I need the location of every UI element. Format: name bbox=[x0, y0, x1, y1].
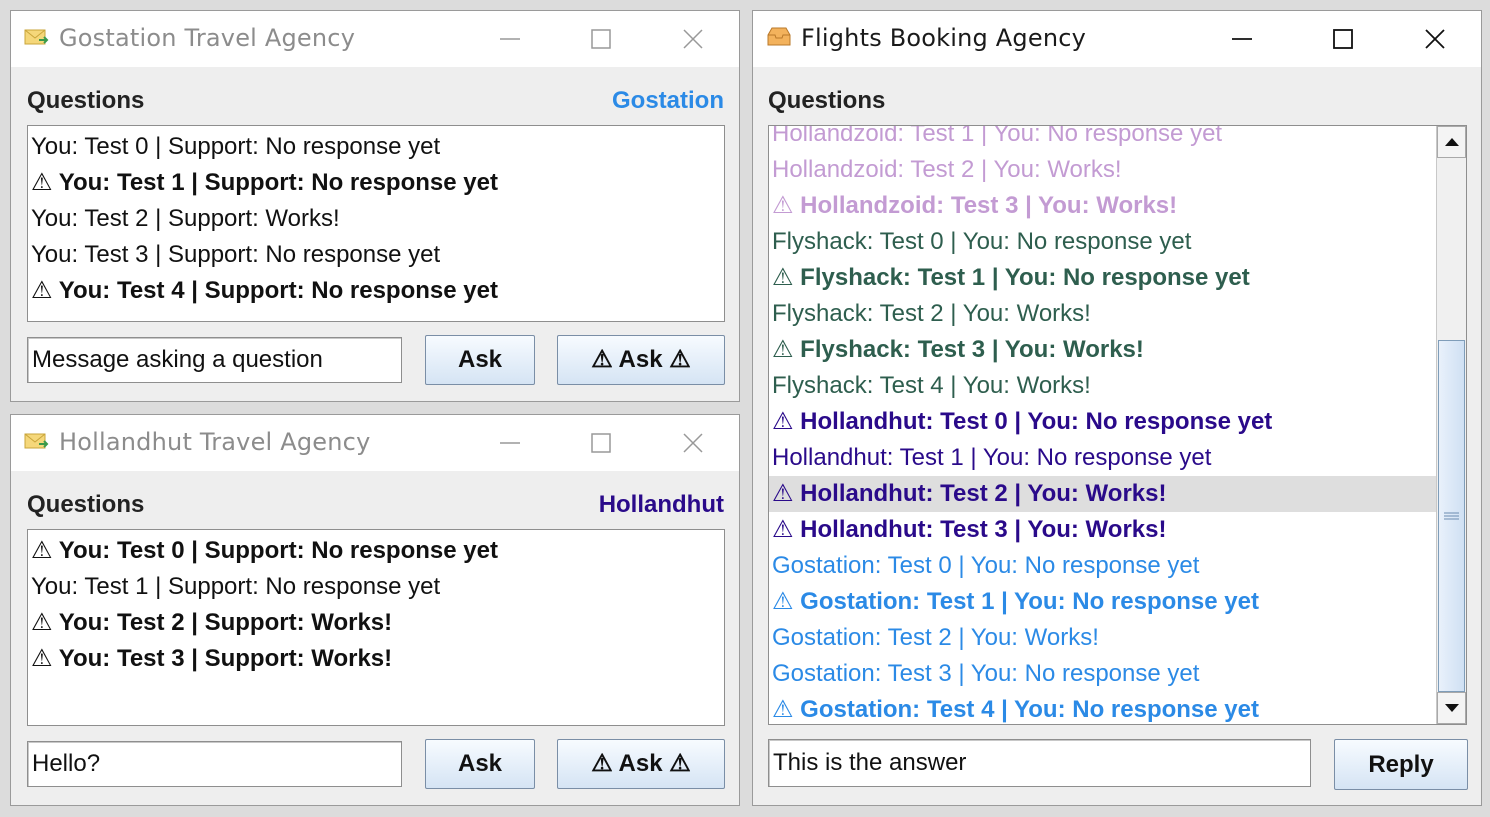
questions-label: Questions bbox=[768, 87, 886, 114]
questions-list[interactable]: ⚠ You: Test 0 | Support: No response yet… bbox=[27, 529, 725, 726]
window-title: Flights Booking Agency bbox=[801, 24, 1087, 52]
grip-icon bbox=[1444, 512, 1459, 520]
list-item[interactable]: You: Test 2 | Support: Works! bbox=[28, 201, 724, 237]
maximize-icon bbox=[1333, 29, 1353, 49]
flights-booking-window: Flights Booking Agency Questions Holland… bbox=[752, 10, 1482, 806]
inbox-app-icon bbox=[767, 27, 791, 46]
mail-app-icon bbox=[24, 29, 49, 45]
list-item[interactable]: Gostation: Test 3 | You: No response yet bbox=[769, 656, 1436, 692]
ask-button[interactable]: Ask bbox=[425, 335, 535, 385]
minimize-icon bbox=[1232, 38, 1252, 40]
maximize-button[interactable] bbox=[578, 19, 624, 59]
list-item[interactable]: You: Test 3 | Support: No response yet bbox=[28, 237, 724, 273]
minimize-button[interactable] bbox=[487, 423, 533, 463]
list-item[interactable]: ⚠ You: Test 1 | Support: No response yet bbox=[28, 165, 724, 201]
list-item[interactable]: ⚠ Gostation: Test 1 | You: No response y… bbox=[769, 584, 1436, 620]
list-item[interactable]: Gostation: Test 2 | You: Works! bbox=[769, 620, 1436, 656]
questions-label: Questions bbox=[27, 87, 145, 114]
close-icon bbox=[683, 433, 703, 453]
list-item[interactable]: You: Test 0 | Support: No response yet bbox=[28, 129, 724, 165]
list-item[interactable]: Flyshack: Test 4 | You: Works! bbox=[769, 368, 1436, 404]
list-item[interactable]: Hollandzoid: Test 2 | You: Works! bbox=[769, 152, 1436, 188]
questions-list[interactable]: You: Test 0 | Support: No response yet ⚠… bbox=[27, 125, 725, 322]
list-item[interactable]: ⚠ Flyshack: Test 1 | You: No response ye… bbox=[769, 260, 1436, 296]
mail-app-icon bbox=[24, 433, 49, 449]
minimize-button[interactable] bbox=[1219, 19, 1265, 59]
title-bar[interactable]: Hollandhut Travel Agency bbox=[11, 415, 739, 471]
questions-list[interactable]: Hollandzoid: Test 1 | You: No response y… bbox=[768, 125, 1467, 725]
minimize-icon bbox=[500, 442, 520, 444]
answer-input[interactable]: This is the answer bbox=[768, 739, 1311, 787]
list-item[interactable]: ⚠ You: Test 2 | Support: Works! bbox=[28, 605, 724, 641]
urgent-ask-button[interactable]: ⚠ Ask ⚠ bbox=[557, 335, 725, 385]
question-input[interactable]: Hello? bbox=[27, 741, 402, 787]
maximize-button[interactable] bbox=[1320, 19, 1366, 59]
list-item[interactable]: Hollandzoid: Test 1 | You: No response y… bbox=[769, 126, 1436, 152]
list-item[interactable]: Flyshack: Test 0 | You: No response yet bbox=[769, 224, 1436, 260]
reply-button[interactable]: Reply bbox=[1334, 739, 1468, 790]
scroll-down-button[interactable] bbox=[1437, 692, 1466, 724]
list-item[interactable]: Hollandhut: Test 1 | You: No response ye… bbox=[769, 440, 1436, 476]
window-title: Gostation Travel Agency bbox=[59, 24, 356, 52]
title-bar[interactable]: Gostation Travel Agency bbox=[11, 11, 739, 67]
maximize-button[interactable] bbox=[578, 423, 624, 463]
hollandhut-window: Hollandhut Travel Agency Questions Holla… bbox=[10, 414, 740, 806]
list-item-selected[interactable]: ⚠ Hollandhut: Test 2 | You: Works! bbox=[769, 476, 1436, 512]
list-item[interactable]: ⚠ Hollandhut: Test 3 | You: Works! bbox=[769, 512, 1436, 548]
close-button[interactable] bbox=[1412, 19, 1458, 59]
close-icon bbox=[683, 29, 703, 49]
minimize-button[interactable] bbox=[487, 19, 533, 59]
arrow-down-icon bbox=[1445, 704, 1459, 712]
list-item[interactable]: ⚠ Hollandhut: Test 0 | You: No response … bbox=[769, 404, 1436, 440]
maximize-icon bbox=[591, 29, 611, 49]
list-item[interactable]: ⚠ You: Test 4 | Support: No response yet bbox=[28, 273, 724, 309]
window-title: Hollandhut Travel Agency bbox=[59, 428, 371, 456]
gostation-window: Gostation Travel Agency Questions Gostat… bbox=[10, 10, 740, 402]
scrollbar-thumb[interactable] bbox=[1438, 340, 1465, 692]
minimize-icon bbox=[500, 38, 520, 40]
arrow-up-icon bbox=[1445, 138, 1459, 146]
list-item[interactable]: ⚠ Hollandzoid: Test 3 | You: Works! bbox=[769, 188, 1436, 224]
urgent-ask-button[interactable]: ⚠ Ask ⚠ bbox=[557, 739, 725, 789]
ask-button[interactable]: Ask bbox=[425, 739, 535, 789]
agency-name: Hollandhut bbox=[598, 491, 724, 518]
maximize-icon bbox=[591, 433, 611, 453]
vertical-scrollbar[interactable] bbox=[1436, 126, 1466, 724]
list-item[interactable]: ⚠ Flyshack: Test 3 | You: Works! bbox=[769, 332, 1436, 368]
question-input[interactable]: Message asking a question bbox=[27, 337, 402, 383]
list-item[interactable]: Flyshack: Test 2 | You: Works! bbox=[769, 296, 1436, 332]
questions-label: Questions bbox=[27, 491, 145, 518]
close-button[interactable] bbox=[670, 19, 716, 59]
list-item[interactable]: ⚠ Gostation: Test 4 | You: No response y… bbox=[769, 692, 1436, 724]
list-item[interactable]: Gostation: Test 0 | You: No response yet bbox=[769, 548, 1436, 584]
title-bar[interactable]: Flights Booking Agency bbox=[753, 11, 1481, 67]
close-icon bbox=[1425, 29, 1445, 49]
close-button[interactable] bbox=[670, 423, 716, 463]
list-item[interactable]: You: Test 1 | Support: No response yet bbox=[28, 569, 724, 605]
list-item[interactable]: ⚠ You: Test 3 | Support: Works! bbox=[28, 641, 724, 677]
list-item[interactable]: ⚠ You: Test 0 | Support: No response yet bbox=[28, 533, 724, 569]
scroll-up-button[interactable] bbox=[1437, 126, 1466, 158]
agency-name: Gostation bbox=[612, 87, 724, 114]
